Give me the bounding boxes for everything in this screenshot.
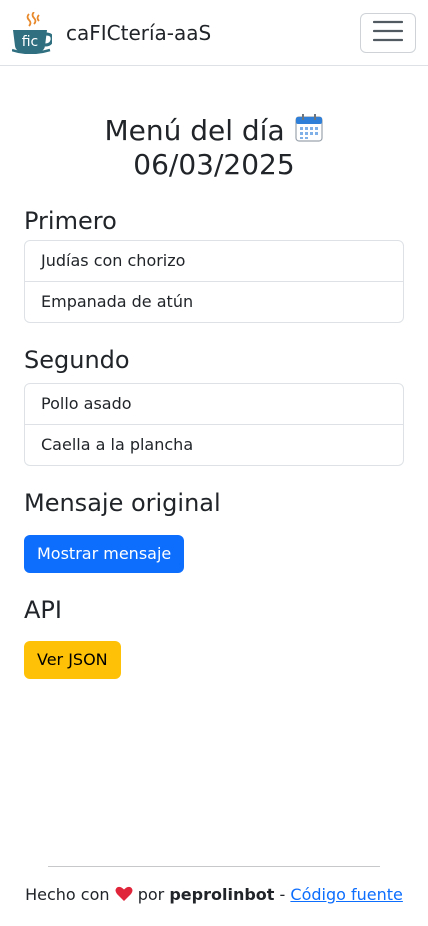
footer: Hecho con por peprolinbot - Código fuent…	[24, 866, 404, 906]
section-heading-mensaje: Mensaje original	[24, 489, 221, 517]
made-with-text: Hecho con	[25, 885, 110, 904]
section-heading-api: API	[24, 596, 62, 624]
heart-icon	[115, 886, 133, 902]
list-item: Caella a la plancha	[25, 424, 403, 465]
segundo-list: Pollo asado Caella a la plancha	[24, 383, 404, 466]
por-text: por	[137, 885, 165, 904]
source-code-link[interactable]: Código fuente	[290, 885, 402, 904]
brand-name[interactable]: caFICtería-aaS	[66, 12, 211, 54]
brand-link[interactable]: fic caFICtería-aaS	[11, 11, 211, 55]
author-name: peprolinbot	[169, 885, 275, 904]
title-text: Menú del día	[104, 114, 285, 147]
view-json-button[interactable]: Ver JSON	[24, 641, 121, 679]
footer-text: Hecho con por peprolinbot - Código fuent…	[24, 884, 404, 906]
page-title: Menú del día 06/03/2025	[24, 113, 404, 182]
calendar-icon	[294, 113, 324, 143]
navbar-toggle-button[interactable]	[360, 13, 416, 53]
navbar: fic caFICtería-aaS	[0, 0, 428, 66]
main-content: Menú del día 06/03/2025 Primero Judías c…	[24, 66, 404, 679]
list-item: Judías con chorizo	[41, 251, 186, 270]
show-message-button[interactable]: Mostrar mensaje	[24, 535, 185, 573]
coffee-cup-logo-icon: fic	[11, 11, 54, 55]
list-item: Empanada de atún	[25, 281, 403, 322]
hamburger-icon	[372, 20, 404, 46]
svg-text:fic: fic	[22, 34, 39, 50]
section-heading-segundo: Segundo	[24, 346, 130, 374]
footer-divider	[48, 866, 380, 867]
footer-separator: -	[279, 885, 286, 904]
section-heading-primero: Primero	[24, 207, 117, 235]
menu-date: 06/03/2025	[133, 148, 295, 181]
primero-list: Judías con chorizo Empanada de atún	[24, 240, 404, 323]
list-item: Pollo asado	[41, 394, 132, 413]
